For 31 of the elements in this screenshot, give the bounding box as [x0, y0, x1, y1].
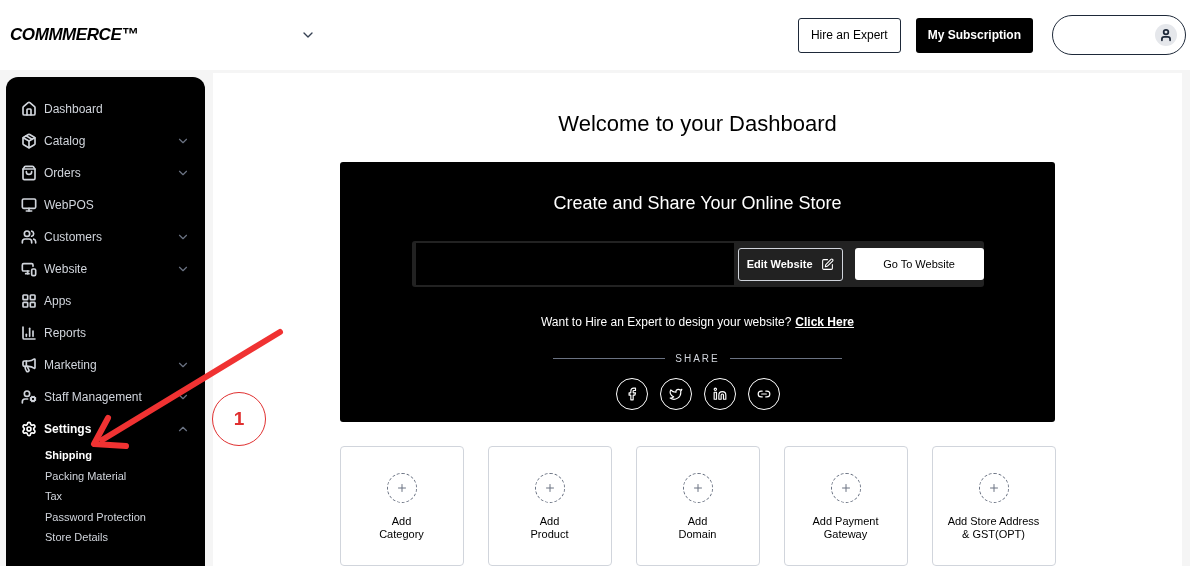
sidebar-item[interactable]: Orders [21, 157, 190, 189]
sidebar-item[interactable]: WebPOS [21, 189, 190, 221]
sidebar-item[interactable]: Staff Management [21, 381, 190, 413]
sidebar-item[interactable]: Marketing [21, 349, 190, 381]
action-card[interactable]: Add Category [339, 446, 464, 566]
action-card[interactable]: Add Domain [635, 446, 760, 566]
edit-website-button[interactable]: Edit Website [737, 247, 843, 281]
action-card[interactable]: Add Store Address & GST(OPT) [931, 446, 1056, 566]
hire-text: Want to Hire an Expert to design your website? [540, 314, 792, 331]
submenu-item[interactable]: Shipping [21, 445, 190, 466]
sidebar-item[interactable]: Reports [21, 317, 190, 349]
click-here-link[interactable]: Click Here [795, 313, 855, 331]
share-label: SHARE [675, 352, 720, 366]
sidebar-item[interactable]: Catalog [21, 125, 190, 157]
sidebar-item[interactable]: Customers [21, 221, 190, 253]
submenu-item[interactable]: Tax [21, 486, 190, 507]
submenu-item[interactable]: Password Protection [21, 506, 190, 527]
action-card[interactable]: Add Payment Gateway [783, 446, 908, 566]
sidebar-item[interactable]: Website [21, 253, 190, 285]
sidebar-item[interactable]: Settings [21, 413, 190, 445]
card-title: Create and Share Your Online Store [553, 192, 842, 215]
hire-button[interactable]: Hire an Expert [797, 17, 901, 53]
submenu-item[interactable]: Packing Material [21, 465, 190, 486]
go-to-website-button[interactable]: Go To Website [854, 248, 984, 280]
submenu-item[interactable]: Store Details [21, 527, 190, 548]
page-title: Welcome to your Dashboard [558, 110, 837, 138]
sidebar-item[interactable]: Apps [21, 285, 190, 317]
action-card[interactable]: Add Product [487, 446, 612, 566]
logo: COMMMERCE™ [10, 24, 138, 47]
subscription-button[interactable]: My Subscription [915, 17, 1033, 53]
sidebar-item[interactable]: Dashboard [21, 93, 190, 125]
